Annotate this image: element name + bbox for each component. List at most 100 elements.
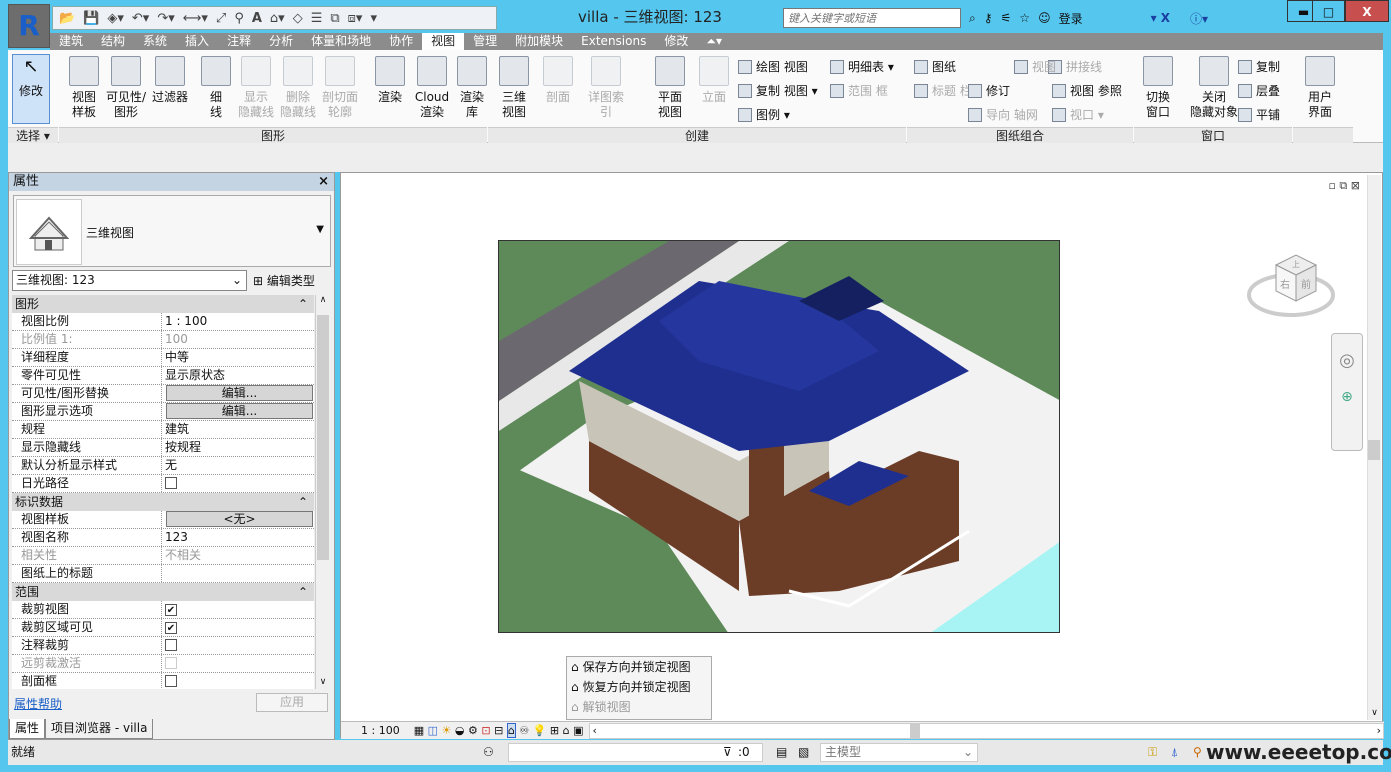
shadows-icon[interactable]: ◒ [455,724,465,737]
property-value[interactable]: 123 [165,529,314,546]
user-interface-button[interactable]: 用户 界面 [1300,56,1340,120]
create-small-2[interactable]: 图例 ▾ [738,106,790,123]
search-input[interactable] [783,8,961,28]
star-icon[interactable]: ☆ [1019,11,1030,25]
property-section[interactable]: 图形 ⌃ [12,295,314,313]
window-small-0[interactable]: 复制 [1238,58,1280,75]
lock-menu-item-1[interactable]: ⌂ 恢复方向并锁定视图 [567,677,711,697]
3d-view-icon[interactable]: ⌂▾ [270,11,285,26]
design-options-icon[interactable]: ▧ [798,740,809,765]
sheet-small-5[interactable]: 视图 参照 [1052,82,1122,99]
binoculars-icon[interactable]: ⌕ [969,11,976,26]
window-button-0[interactable]: 切换 窗口 [1138,56,1178,120]
text-icon[interactable]: A [252,11,262,26]
vertical-scrollbar[interactable]: ∨ [1367,175,1381,720]
application-menu-button[interactable]: R [8,4,50,48]
maximize-button[interactable]: □ [1312,0,1345,22]
constraints-icon[interactable]: ▣ [573,724,583,737]
crop-region-icon[interactable]: ⊟ [494,724,503,737]
create-small-1[interactable]: 复制 视图 ▾ [738,82,818,99]
tab-7[interactable]: 协作 [380,33,422,50]
switch-windows-icon[interactable]: ⧈▾ [348,11,363,26]
undo-icon[interactable]: ↶▾ [132,11,149,26]
property-edit-button[interactable]: <无> [166,511,313,527]
tab-8[interactable]: 视图 [422,33,465,50]
minimize-ribbon-icon[interactable]: ⏶▾ [697,33,731,50]
property-value[interactable]: 1 : 100 [165,313,314,330]
view-instance-selector[interactable]: 三维视图: 123 ⌄ [12,270,247,291]
view-cube[interactable]: 上右前 [1246,243,1336,323]
tab-3[interactable]: 插入 [176,33,218,50]
exchange-icon[interactable]: ▾ X [1151,11,1170,25]
property-value-cell[interactable]: 建筑 [162,421,314,438]
crop-region-3d-view[interactable] [498,240,1060,633]
create-small-0[interactable]: 绘图 视图 [738,58,808,75]
graphics-button-0[interactable]: 视图 样板 [62,56,106,120]
graphics-button-1[interactable]: 可见性/ 图形 [104,56,148,120]
window-small-2[interactable]: 平铺 [1238,106,1280,123]
tab-12[interactable]: 修改 [655,33,697,50]
tab-9[interactable]: 管理 [464,33,506,50]
create-button-4[interactable]: 立面 [692,56,736,105]
property-value-cell[interactable]: 不相关 [162,547,314,564]
sheet-small-1[interactable]: 标题 栏 [914,82,972,99]
close-properties-button[interactable]: × [318,173,329,191]
property-checkbox[interactable] [162,655,314,672]
sheet-small-3[interactable]: 视图 [1014,58,1056,75]
tab-11[interactable]: Extensions [572,33,655,50]
tab-4[interactable]: 注释 [218,33,260,50]
property-checkbox[interactable] [162,637,314,654]
reveal-hidden-icon[interactable]: 💡 [533,724,547,737]
graphics-button-6[interactable]: 剖切面 轮廓 [318,56,362,120]
section-icon[interactable]: ◇ [293,11,303,26]
open-icon[interactable]: 📂 [59,11,75,26]
property-edit-button[interactable]: 编辑... [166,385,313,401]
property-value-cell[interactable]: 编辑... [162,403,314,420]
tab-6[interactable]: 体量和场地 [302,33,380,50]
property-edit-button[interactable]: 编辑... [166,403,313,419]
create-button-2[interactable]: 详图索引 [584,56,628,120]
property-value[interactable]: 建筑 [165,421,314,438]
customize-icon[interactable]: ▾ [370,11,377,26]
property-checkbox[interactable]: ✔ [162,601,314,618]
property-value-cell[interactable]: 显示原状态 [162,367,314,384]
property-value[interactable]: 100 [165,331,314,348]
worksets-icon[interactable]: ⚇ [483,740,494,765]
tag-icon[interactable]: ⚲ [234,11,244,26]
measure-icon[interactable]: ⟷▾ [183,11,208,26]
horizontal-scrollbar[interactable]: ‹ › [589,722,1384,739]
render-button-2[interactable]: 渲染 库 [452,56,492,120]
property-value[interactable]: 无 [165,457,314,474]
property-value-cell[interactable] [162,565,314,582]
select-underlay-icon[interactable]: ⍋ [1171,740,1178,765]
properties-help-link[interactable]: 属性帮助 [14,695,62,712]
create-small-4[interactable]: 范围 框 [830,82,888,99]
window-small-1[interactable]: 层叠 [1238,82,1280,99]
select-links-icon[interactable]: ⚿ [1148,740,1157,765]
visual-style-icon[interactable]: ◫ [428,724,438,737]
tab-1[interactable]: 结构 [92,33,134,50]
property-value[interactable]: 中等 [165,349,314,366]
property-checkbox[interactable] [162,673,314,689]
sync-icon[interactable]: ◈▾ [107,11,124,26]
sheet-small-4[interactable]: 修订 [968,82,1010,99]
property-value-cell[interactable]: <无> [162,511,314,528]
sheet-small-6[interactable]: 导向 轴网 [968,106,1038,123]
modify-button[interactable]: ↖ 修改 [12,54,50,124]
property-value[interactable]: 显示原状态 [165,367,314,384]
lock-menu-item-0[interactable]: ⌂ 保存方向并锁定视图 [567,657,711,677]
zoom-icon[interactable]: ⊕ [1332,389,1362,405]
property-value-cell[interactable]: 123 [162,529,314,546]
create-small-3[interactable]: 明细表 ▾ [830,58,894,75]
lock-3d-view-icon[interactable]: ⌂ [506,723,516,738]
sheet-small-0[interactable]: 图纸 [914,58,956,75]
property-value-cell[interactable]: 按规程 [162,439,314,456]
drawing-area[interactable]: ▫ ⧉ ⊠ 上右前 ◎ ⊕ ∨ ⌂ 保存方向并锁定视图 ⌂ 恢复方向并锁定视图 ⌂ 解锁视… [340,172,1384,739]
viewcube-right[interactable]: 右 [1280,278,1290,291]
sheet-small-7[interactable]: 视口 ▾ [1052,106,1104,123]
property-value[interactable]: 按规程 [165,439,314,456]
properties-scrollbar[interactable]: ∧ ∨ [315,295,330,689]
login-link[interactable]: 登录 [1059,10,1083,27]
select-panel-label[interactable]: 选择 ▾ [8,127,58,143]
dimension-icon[interactable]: ⤢ [216,11,226,26]
